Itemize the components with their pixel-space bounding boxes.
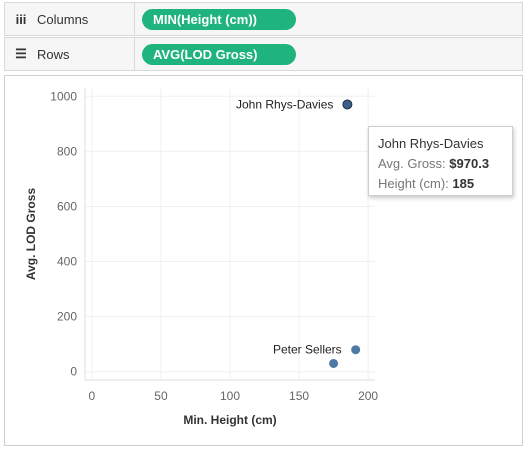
x-axis-title: Min. Height (cm) [183, 413, 276, 427]
tooltip-height-value: 185 [452, 176, 475, 191]
columns-shelf-label: iii Columns [5, 3, 135, 35]
y-tick-label: 600 [57, 199, 77, 213]
data-point[interactable] [342, 99, 353, 110]
tooltip-title: John Rhys-Davies [378, 136, 484, 151]
tooltip-height-label: Height (cm): [378, 176, 453, 191]
x-tick-label: 100 [220, 389, 240, 403]
rows-pill[interactable]: AVG(LOD Gross) [142, 44, 296, 65]
tooltip: John Rhys-Davies Avg. Gross: $970.3 Heig… [368, 126, 513, 196]
data-point[interactable] [351, 345, 361, 355]
tooltip-gross-label: Avg. Gross: [378, 156, 450, 171]
rows-shelf-label: ☰ Rows [5, 38, 135, 70]
y-tick-label: 800 [57, 144, 77, 158]
y-axis-title: Avg. LOD Gross [24, 188, 38, 281]
tooltip-gross-value: $970.3 [449, 156, 490, 171]
rows-label-text: Rows [37, 46, 70, 62]
columns-icon: iii [15, 11, 27, 27]
data-label: Peter Sellers [273, 343, 342, 357]
x-tick-label: 150 [289, 389, 309, 403]
y-tick-label: 200 [57, 310, 77, 324]
data-point[interactable] [329, 358, 339, 368]
data-label: John Rhys-Davies [236, 97, 333, 111]
columns-pill[interactable]: MIN(Height (cm)) [142, 9, 296, 30]
y-tick-label: 1000 [50, 89, 77, 103]
tooltip-height-row: Height (cm): 185 [378, 174, 503, 194]
x-tick-label: 50 [154, 389, 168, 403]
y-tick-label: 0 [70, 365, 77, 379]
columns-shelf: iii Columns MIN(Height (cm)) [4, 2, 523, 36]
rows-icon: ☰ [15, 46, 27, 61]
columns-label-text: Columns [37, 11, 89, 27]
x-tick-label: 0 [89, 389, 96, 403]
tooltip-gross-row: Avg. Gross: $970.3 [378, 154, 503, 174]
rows-shelf: ☰ Rows AVG(LOD Gross) [4, 37, 523, 71]
x-tick-label: 200 [358, 389, 378, 403]
y-tick-label: 400 [57, 255, 77, 269]
